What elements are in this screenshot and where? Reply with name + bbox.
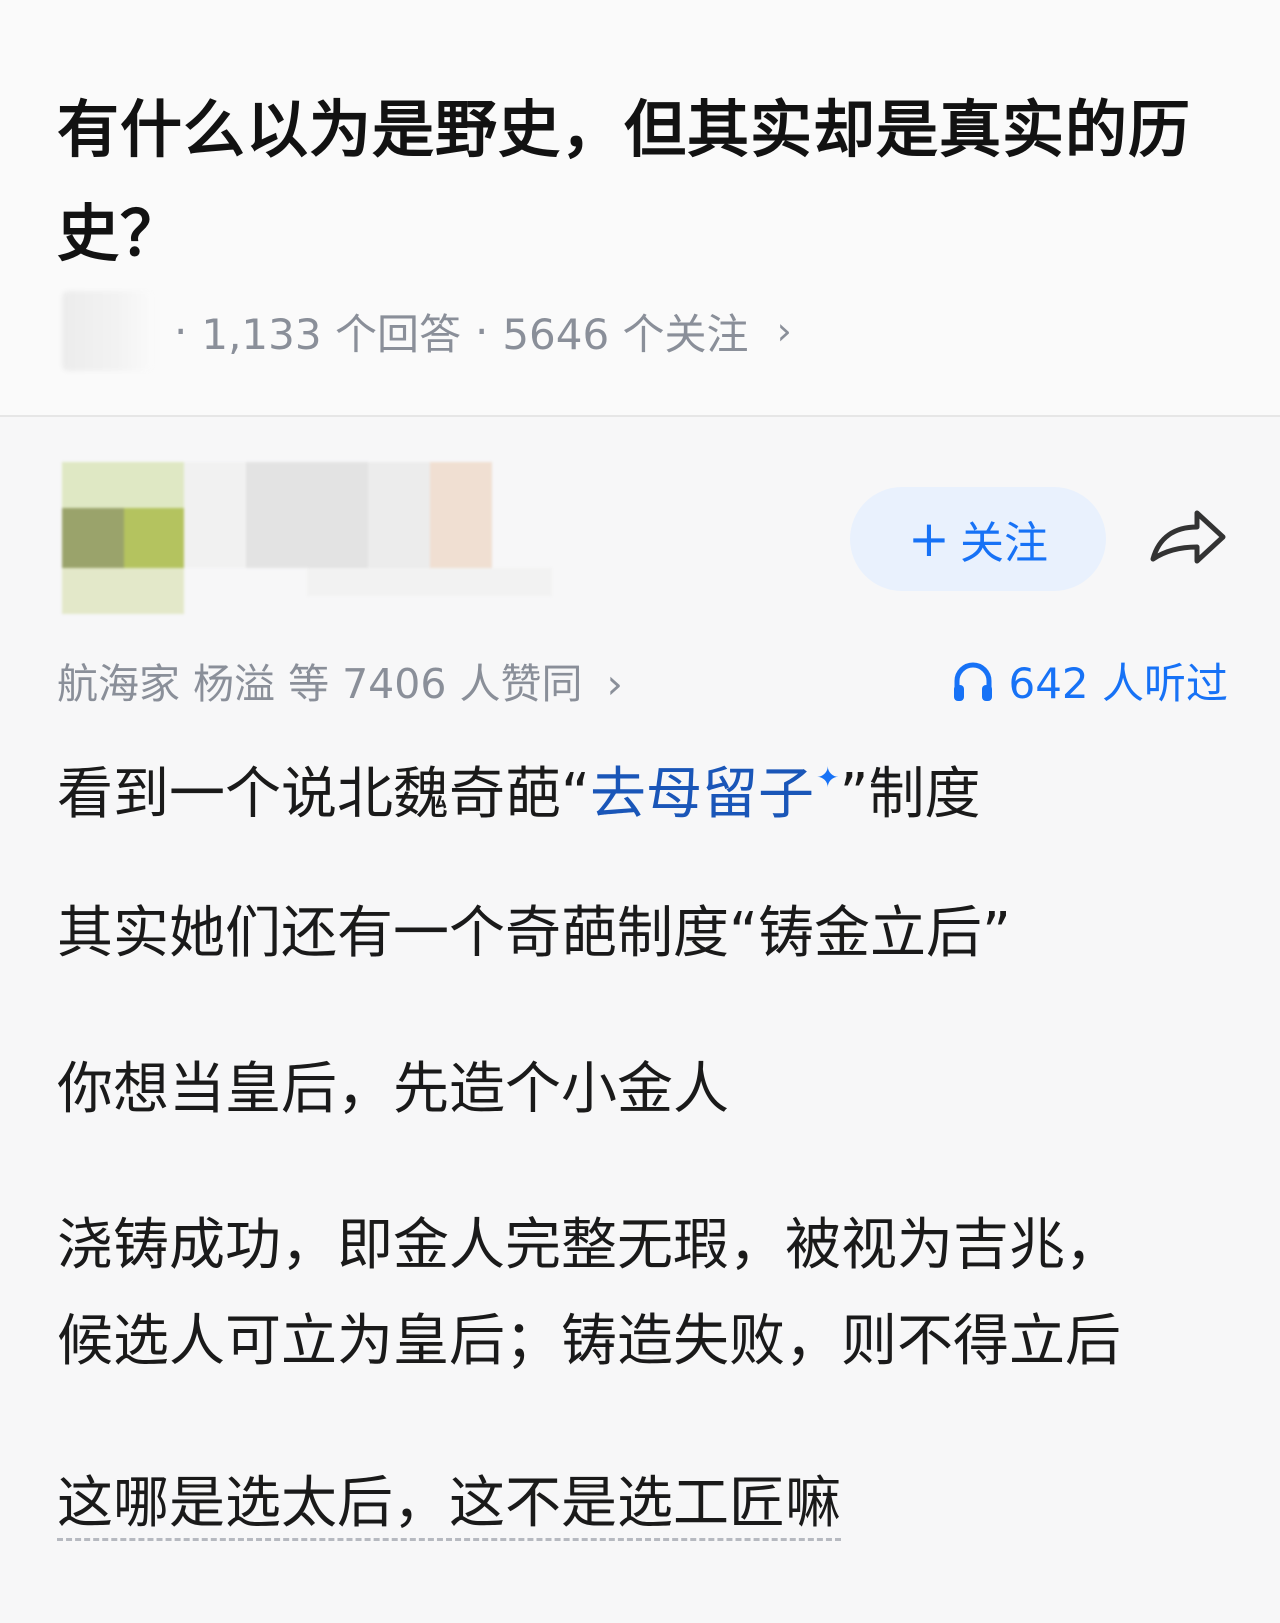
upvoters-text: 航海家 杨溢 等 7406 人赞同 [57,660,583,708]
chevron-right-icon: › [606,660,623,708]
blurred-author-info [62,462,572,622]
answer-paragraph: 你想当皇后，先造个小金人 [57,1057,729,1122]
followers-count: 5646 个关注 [502,309,749,359]
mosaic-block [368,462,430,568]
mosaic-block [124,508,184,568]
answer-text: 看到一个说北魏奇葩“ [57,762,591,827]
follow-button-label: 关注 [959,518,1048,569]
mosaic-block [246,462,368,568]
answers-count: 1,133 个回答 [201,309,461,359]
mosaic-block [62,508,124,568]
question-title[interactable]: 有什么以为是野史，但其实却是真实的历史？ [57,78,1227,286]
underlined-text[interactable]: 这哪是选太后，这不是选工匠嘛 [57,1471,841,1541]
mosaic-block [62,462,184,508]
blurred-topic [62,291,152,371]
mosaic-block [62,568,184,614]
meta-separator: · [174,306,188,356]
mosaic-block [430,462,492,568]
stats-row: 航海家 杨溢 等 7406 人赞同 › 642 人听过 [0,640,1280,712]
author-row: + 关注 [0,417,1280,637]
share-arrow-icon[interactable] [1145,497,1229,581]
meta-separator: · [474,306,489,356]
answer-paragraph: 这哪是选太后，这不是选工匠嘛 [57,1456,841,1552]
upvoters-link[interactable]: 航海家 杨溢 等 7406 人赞同 › [57,650,623,710]
answer-paragraph: 看到一个说北魏奇葩“去母留子✦”制度 [57,730,981,843]
follow-button[interactable]: + 关注 [850,487,1106,591]
listen-info[interactable]: 642 人听过 [952,650,1228,711]
headphone-icon [954,662,993,701]
keyword-link[interactable]: 去母留子 [590,762,814,827]
chevron-right-icon: › [776,309,792,353]
listen-count: 642 人听过 [1008,659,1228,708]
answer-paragraph: 候选人可立为皇后；铸造失败，则不得立后 [57,1309,1121,1374]
sparkle-icon: ✦ [816,761,840,794]
answer-paragraph: 浇铸成功，即金人完整无瑕，被视为吉兆， [57,1213,1121,1278]
plus-icon: + [908,510,950,568]
answer-paragraph: 其实她们还有一个奇葩制度“铸金立后” [57,901,1012,966]
mosaic-block [184,462,246,568]
question-header: 有什么以为是野史，但其实却是真实的历史？ · 1,133 个回答 · 5646 … [0,0,1280,417]
answer-text: ”制度 [839,762,981,827]
question-meta[interactable]: · 1,133 个回答 · 5646 个关注 › [62,291,792,371]
mosaic-block [307,568,552,596]
